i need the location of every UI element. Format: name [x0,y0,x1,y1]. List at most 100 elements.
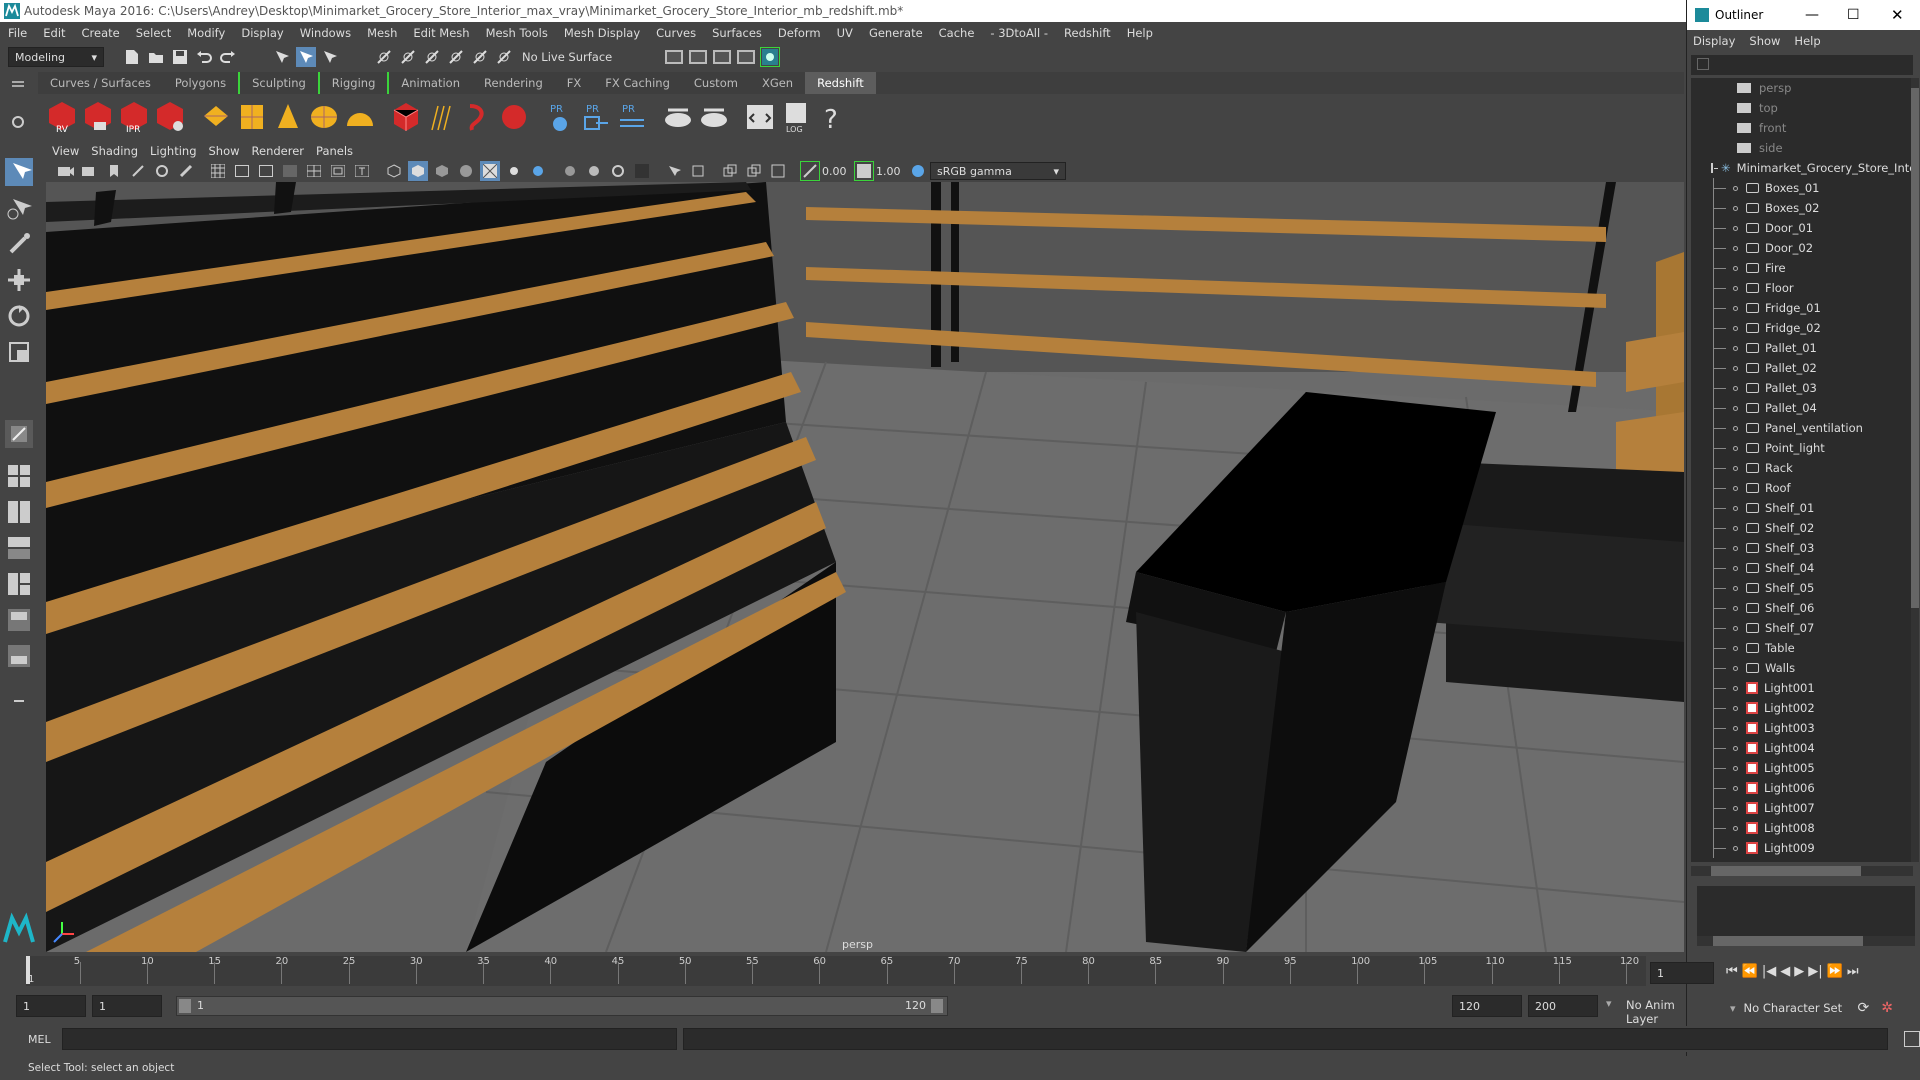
expand-dot-icon[interactable] [1733,205,1738,211]
expand-dot-icon[interactable] [1733,805,1738,811]
outliner-item-mesh[interactable]: Door_01 [1691,218,1913,238]
shelf-settings-icon[interactable] [8,112,28,132]
menu-cache[interactable]: Cache [939,26,975,40]
tab-sculpting[interactable]: Sculpting [238,72,320,94]
outliner-item-front[interactable]: front [1691,118,1913,138]
open-scene-icon[interactable] [146,47,166,67]
screen-space-ao-icon[interactable] [560,161,580,181]
anim-layer-label[interactable]: No Anim Layer [1626,998,1684,1026]
expand-dot-icon[interactable] [1733,185,1738,191]
expand-dot-icon[interactable] [1733,685,1738,691]
resolution-gate-icon[interactable] [256,161,276,181]
outliner-item-mesh[interactable]: Fridge_01 [1691,298,1913,318]
grid-icon[interactable] [208,161,228,181]
outliner-item-mesh[interactable]: Table [1691,638,1913,658]
undo-icon[interactable] [194,47,214,67]
tab-curves-surfaces[interactable]: Curves / Surfaces [38,72,163,94]
outliner-item-mesh[interactable]: Shelf_06 [1691,598,1913,618]
menu-display[interactable]: Display [241,26,283,40]
animation-start-field[interactable]: 1 [16,995,86,1017]
redshift-curve-icon[interactable] [462,100,494,134]
command-input[interactable] [61,1028,678,1050]
script-editor-icon[interactable] [1904,1031,1920,1047]
redshift-render-view-icon[interactable]: RV [46,100,78,134]
move-tool-icon[interactable] [5,266,33,294]
render-view-icon[interactable] [688,47,708,67]
image-plane-icon[interactable] [128,161,148,181]
color-management-icon[interactable] [908,161,928,181]
expand-dot-icon[interactable] [1733,625,1738,631]
paint-select-tool-icon[interactable] [5,230,33,258]
redshift-dome-light-icon[interactable] [308,100,340,134]
expand-dot-icon[interactable] [1733,345,1738,351]
exposure-value[interactable]: 0.00 [822,165,852,178]
menu-windows[interactable]: Windows [300,26,351,40]
step-back-frame-icon[interactable]: |◀ [1762,964,1776,979]
outliner-horizontal-scrollbar[interactable] [1691,866,1913,876]
outliner-item-mesh[interactable]: Boxes_02 [1691,198,1913,218]
outliner-item-mesh[interactable]: Roof [1691,478,1913,498]
menu-set-dropdown[interactable]: Modeling ▾ [8,47,104,67]
tab-xgen[interactable]: XGen [750,72,805,94]
redshift-script-editor-icon[interactable] [744,100,776,134]
hypershade-layout-icon[interactable] [5,606,33,634]
redshift-settings-icon[interactable] [154,100,186,134]
go-to-end-icon[interactable]: ⏭ [1847,964,1859,979]
snap-view-plane-icon[interactable] [470,47,490,67]
perspective-viewport[interactable]: persp [46,182,1684,952]
expand-dot-icon[interactable] [1733,265,1738,271]
tab-rigging[interactable]: Rigging [320,72,390,94]
range-end-handle[interactable] [931,999,943,1013]
smooth-shade-icon[interactable] [408,161,428,181]
range-start-handle[interactable] [179,999,191,1013]
xray-icon[interactable] [688,161,708,181]
menu-redshift[interactable]: Redshift [1064,26,1111,40]
isolate-select-icon[interactable] [664,161,684,181]
expand-dot-icon[interactable] [1733,705,1738,711]
redo-icon[interactable] [218,47,238,67]
outliner-item-mesh[interactable]: Pallet_01 [1691,338,1913,358]
outliner-item-mesh[interactable]: Panel_ventilation [1691,418,1913,438]
outliner-item-light[interactable]: Light008 [1691,818,1913,838]
outliner-vertical-scrollbar[interactable] [1911,78,1919,862]
tab-polygons[interactable]: Polygons [163,72,238,94]
animation-end-field[interactable]: 200 [1528,995,1598,1017]
menu-surfaces[interactable]: Surfaces [712,26,762,40]
outliner-item-mesh[interactable]: Pallet_02 [1691,358,1913,378]
outliner-item-mesh[interactable]: Door_02 [1691,238,1913,258]
redshift-light-icon[interactable] [200,100,232,134]
outliner-item-mesh[interactable]: Pallet_03 [1691,378,1913,398]
panel-menu-panels[interactable]: Panels [316,144,353,158]
persp-outliner-layout-icon[interactable] [5,534,33,562]
maximize-icon[interactable]: ☐ [1847,7,1860,23]
range-slider-bar[interactable]: 1 120 [176,996,948,1016]
persp-graph-layout-icon[interactable] [5,570,33,598]
auto-key-icon[interactable]: ⟳ [1858,1000,1870,1016]
expand-dot-icon[interactable] [1733,545,1738,551]
menu-3dtoall[interactable]: - 3DtoAll - [990,26,1048,40]
expand-dot-icon[interactable] [1733,825,1738,831]
outliner-item-mesh[interactable]: Shelf_07 [1691,618,1913,638]
time-ruler[interactable]: 1 5 10 15 20 25 30 35 40 45 50 55 60 65 70 75 80 85 90 95 1… [26,956,1646,986]
expand-dot-icon[interactable] [1733,765,1738,771]
view-transform-dropdown[interactable]: sRGB gamma ▾ [930,162,1066,180]
gate-mask-icon[interactable] [280,161,300,181]
redshift-hair-icon[interactable] [426,100,458,134]
step-back-key-icon[interactable]: ⏪ [1742,964,1758,979]
redshift-render-icon[interactable] [82,100,114,134]
expand-dot-icon[interactable] [1733,645,1738,651]
expand-dot-icon[interactable] [1733,525,1738,531]
render-settings-icon[interactable] [664,47,684,67]
menu-curves[interactable]: Curves [656,26,696,40]
wireframe-icon[interactable] [384,161,404,181]
outliner-item-mesh[interactable]: Floor [1691,278,1913,298]
menu-edit-mesh[interactable]: Edit Mesh [413,26,469,40]
render-current-frame-icon[interactable] [712,47,732,67]
expand-dot-icon[interactable] [1733,305,1738,311]
shelf-menu-icon[interactable] [8,78,28,94]
redshift-spot-light-icon[interactable] [272,100,304,134]
make-live-icon[interactable] [494,47,514,67]
tab-fx[interactable]: FX [555,72,594,94]
outliner-item-mesh[interactable]: Fire [1691,258,1913,278]
menu-help[interactable]: Help [1127,26,1153,40]
